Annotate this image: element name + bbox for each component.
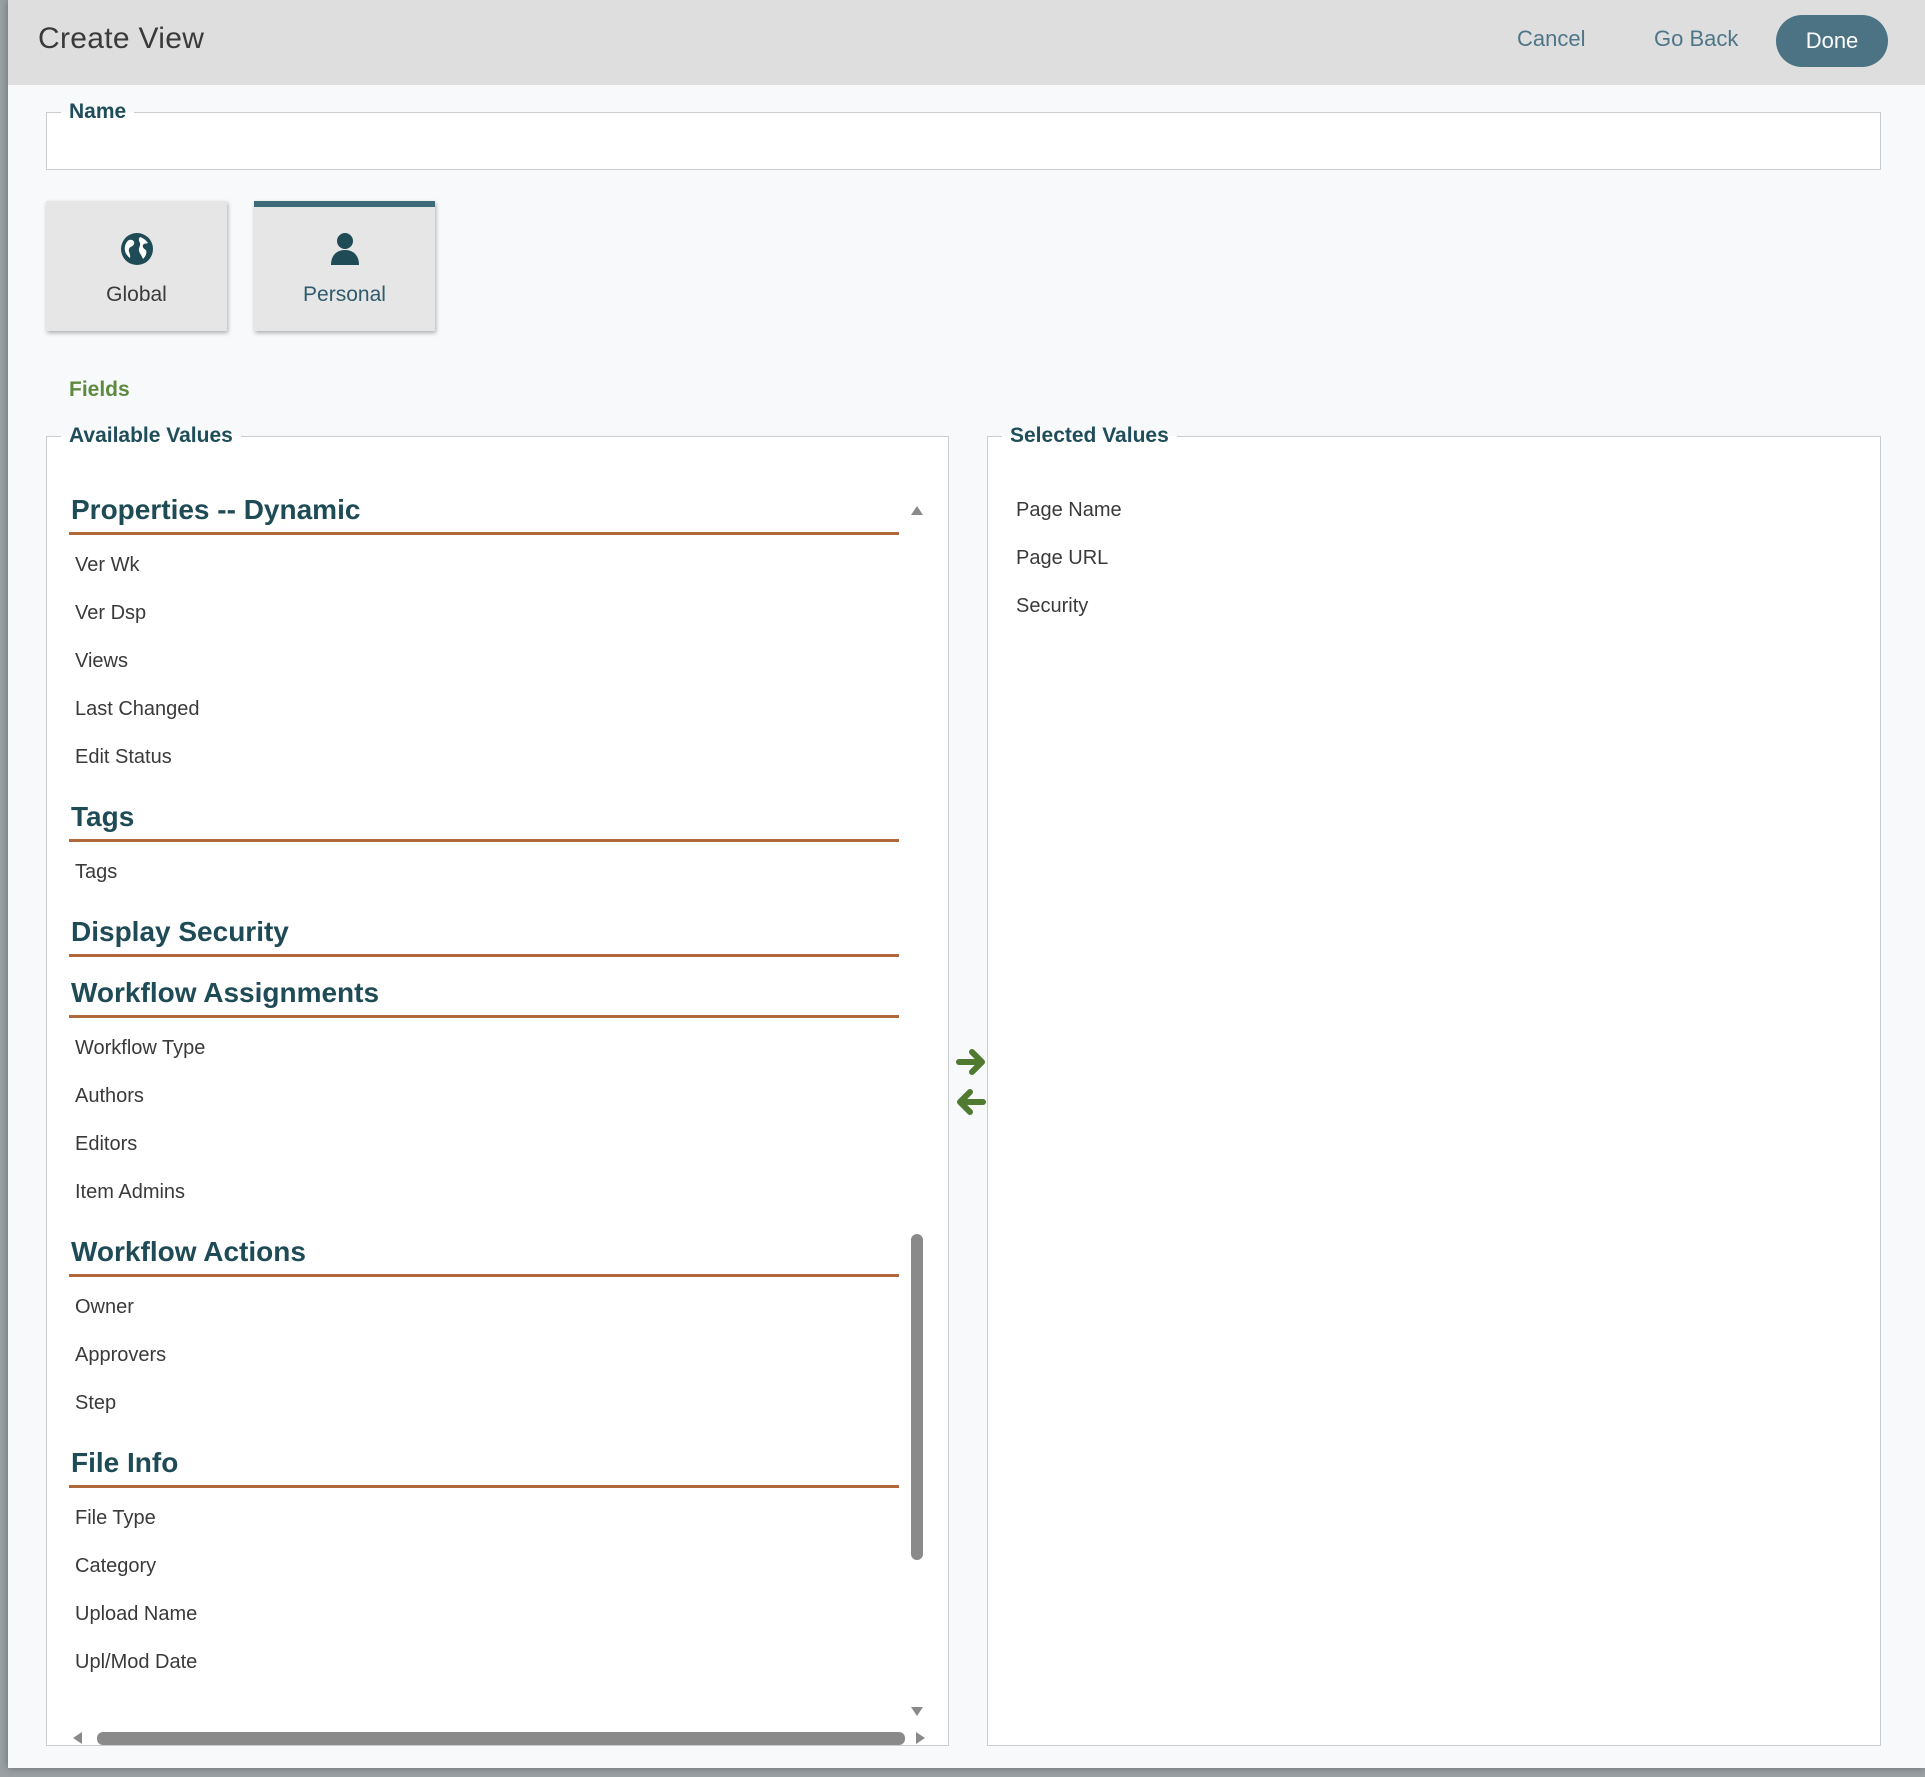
cancel-button[interactable]: Cancel [1517,26,1585,52]
available-value-item[interactable]: File Type [69,1494,899,1542]
name-input[interactable] [47,124,1880,169]
available-value-item[interactable]: Views [69,637,899,685]
available-value-item[interactable]: Upload Name [69,1590,899,1638]
dialog-title: Create View [38,22,205,55]
scope-global-label: Global [106,283,167,306]
field-group: Properties -- Dynamic Ver Wk Ver Dsp Views L… [69,488,899,781]
selected-values-list[interactable]: Page Name Page URL Security [1010,486,1850,630]
available-value-item[interactable]: Category [69,1542,899,1590]
scroll-down-icon[interactable] [910,1706,924,1718]
selected-value-item[interactable]: Security [1010,582,1850,630]
scope-personal-button[interactable]: Personal [254,201,435,331]
selected-values-legend: Selected Values [1010,424,1169,447]
dialog-header: Create View Cancel Go Back Done [8,0,1925,85]
available-values-panel: Available Values Properties -- Dynamic Ve… [46,424,949,1746]
available-values-list[interactable]: Properties -- Dynamic Ver Wk Ver Dsp Views L… [69,488,899,1728]
scroll-right-icon[interactable] [915,1731,927,1745]
field-group-title: File Info [69,1441,899,1488]
scope-personal-label: Personal [303,283,386,306]
available-value-item[interactable]: Edit Status [69,733,899,781]
field-group-title: Properties -- Dynamic [69,488,899,535]
field-group: Display Security [69,910,899,957]
person-icon [330,233,359,265]
available-value-item[interactable]: Approvers [69,1331,899,1379]
go-back-button[interactable]: Go Back [1654,26,1738,52]
field-group: Tags Tags [69,795,899,896]
scroll-left-icon[interactable] [71,1731,83,1745]
field-group: Workflow Actions Owner Approvers Step [69,1230,899,1427]
field-group-title: Workflow Assignments [69,971,899,1018]
create-view-dialog: Create View Cancel Go Back Done Name Glo… [8,0,1925,1768]
available-value-item[interactable]: Workflow Type [69,1024,899,1072]
arrow-left-icon[interactable] [954,1085,988,1119]
name-legend: Name [69,100,127,123]
fields-section-label: Fields [69,378,130,401]
available-value-item[interactable]: Item Admins [69,1168,899,1216]
selected-value-item[interactable]: Page Name [1010,486,1850,534]
scroll-up-icon[interactable] [910,504,924,516]
available-values-legend: Available Values [69,424,233,447]
selected-values-panel: Selected Values Page Name Page URL Securit… [987,424,1881,1746]
available-value-item[interactable]: Owner [69,1283,899,1331]
available-value-item[interactable]: Last Changed [69,685,899,733]
field-group-title: Workflow Actions [69,1230,899,1277]
transfer-controls [953,1045,989,1119]
selected-value-item[interactable]: Page URL [1010,534,1850,582]
available-value-item[interactable]: Authors [69,1072,899,1120]
field-group-title: Tags [69,795,899,842]
done-button[interactable]: Done [1776,15,1888,67]
available-value-item[interactable]: Upl/Mod Date [69,1638,899,1686]
vertical-scrollbar-thumb[interactable] [911,1234,923,1560]
available-value-item[interactable]: Step [69,1379,899,1427]
horizontal-scrollbar-thumb[interactable] [97,1732,905,1745]
available-value-item[interactable]: Ver Wk [69,541,899,589]
field-group: Workflow Assignments Workflow Type Authors… [69,971,899,1216]
available-value-item[interactable]: Editors [69,1120,899,1168]
scope-global-button[interactable]: Global [46,201,227,331]
globe-icon [120,233,153,265]
available-value-item[interactable]: Ver Dsp [69,589,899,637]
field-group-title: Display Security [69,910,899,957]
field-group: File Info File Type Category Upload Name Upl… [69,1441,899,1686]
arrow-right-icon[interactable] [954,1045,988,1079]
available-value-item[interactable]: Tags [69,848,899,896]
name-fieldset: Name [46,100,1881,170]
